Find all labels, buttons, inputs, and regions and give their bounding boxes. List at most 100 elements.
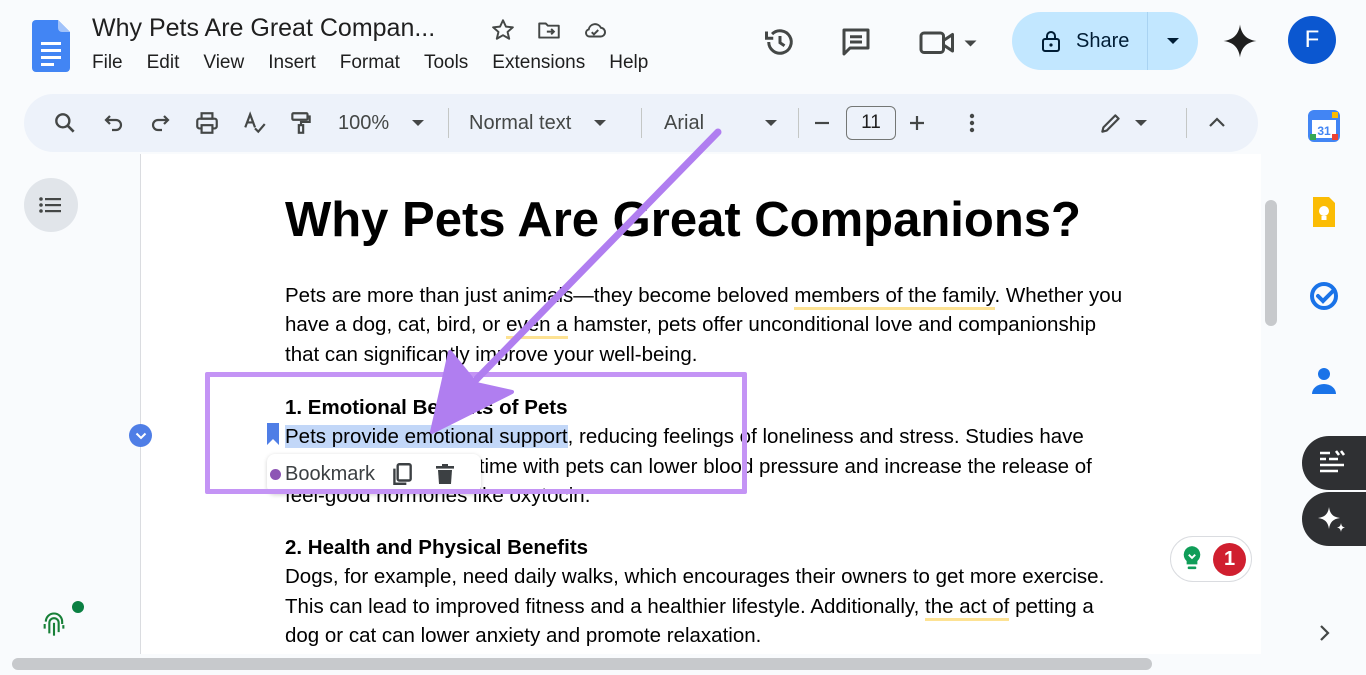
minus-icon [815,121,829,125]
section-heading: 2. Health and Physical Benefits [285,536,589,559]
sparkles-icon [1318,507,1345,532]
toolbar-divider [798,108,799,138]
tasks-icon[interactable] [1306,278,1342,314]
collapse-section-button[interactable] [129,424,152,447]
calendar-icon[interactable]: 31 [1306,108,1342,144]
document-title[interactable]: Why Pets Are Great Compan... [92,14,435,43]
calendar-day: 31 [1317,124,1331,138]
grammar-suggestions-badge[interactable]: 1 [1170,536,1252,582]
status-dot [72,601,84,613]
suggestion-underline[interactable]: members of the family [794,284,995,310]
font-family-select[interactable]: Arial [664,108,778,138]
delete-bookmark-icon[interactable] [433,461,457,487]
menu-format[interactable]: Format [340,52,400,74]
formatting-toolbar: 100% Normal text Arial 11 [24,94,1258,152]
document-outline-button[interactable] [24,178,78,232]
increase-font-size-button[interactable] [907,108,927,138]
bookmark-color-dot [270,468,281,480]
caret-down-icon [1135,120,1147,126]
share-label: Share [1076,29,1130,52]
section-health-benefits: 2. Health and Physical Benefits Dogs, fo… [285,533,1190,650]
bookmark-link[interactable]: Bookmark [285,463,375,486]
caret-down-icon [412,120,425,126]
paint-format-button[interactable] [288,108,314,138]
suggestion-count: 1 [1213,542,1246,576]
chevron-right-icon[interactable] [1313,622,1335,644]
share-button[interactable]: Share [1012,12,1148,70]
cloud-saved-icon[interactable] [582,17,608,43]
font-size-input[interactable]: 11 [846,106,896,140]
bookmarked-text[interactable]: Pets provide emotional support [285,425,568,449]
comment-side-button[interactable] [1302,436,1366,490]
document-heading: Why Pets Are Great Companions? [285,193,1081,247]
zoom-select[interactable]: 100% [338,108,425,138]
menu-tools[interactable]: Tools [424,52,468,74]
font-family-value: Arial [664,111,705,134]
decrease-font-size-button[interactable] [812,108,832,138]
bookmark-popup: Bookmark [267,454,481,494]
redo-icon [151,115,170,132]
fingerprint-icon[interactable] [40,610,68,638]
share-button-group: Share [1012,12,1198,70]
chevron-up-icon [1209,117,1225,127]
comments-icon[interactable] [838,24,874,60]
spelling-check-button[interactable] [242,108,268,138]
more-options-button[interactable] [962,108,982,138]
editing-mode-select[interactable] [1098,108,1148,138]
toolbar-divider [448,108,449,138]
version-history-icon[interactable] [762,24,798,60]
redo-button[interactable] [148,108,172,138]
account-avatar[interactable]: F [1288,16,1336,64]
intro-paragraph: Pets are more than just animals—they bec… [285,284,1123,366]
plus-icon [910,116,924,130]
paragraph-style-select[interactable]: Normal text [469,108,607,138]
menu-bar: File Edit View Insert Format Tools Exten… [92,52,648,74]
menu-insert[interactable]: Insert [268,52,316,74]
lock-icon [1042,31,1060,52]
gemini-sparkle-icon[interactable] [1222,22,1258,60]
toolbar-divider [1186,108,1187,138]
menu-edit[interactable]: Edit [147,52,180,74]
move-to-folder-icon[interactable] [536,17,562,43]
bookmark-flag-icon[interactable] [267,423,279,445]
comment-quote-icon [1320,450,1346,473]
paint-roller-icon [291,112,311,134]
paragraph-style-value: Normal text [469,111,572,134]
search-menus-button[interactable] [52,108,78,138]
caret-down-icon [594,120,607,126]
horizontal-scrollbar[interactable] [12,658,1152,670]
vertical-scrollbar[interactable] [1265,200,1277,326]
print-icon [196,112,218,134]
google-docs-logo-icon[interactable] [32,20,70,72]
menu-file[interactable]: File [92,52,123,74]
contacts-icon[interactable] [1306,362,1342,398]
caret-down-icon [1167,38,1179,44]
more-vert-icon [969,113,975,133]
suggestion-underline[interactable]: the act of [925,594,1010,621]
chevron-down-icon [135,432,146,439]
hide-menus-button[interactable] [1206,108,1228,138]
caret-down-icon [765,120,777,126]
document-page[interactable]: Why Pets Are Great Companions? Pets are … [141,154,1261,654]
spellcheck-icon [244,111,266,134]
search-icon [55,113,75,133]
lightbulb-icon [1183,546,1201,570]
suggestion-underline[interactable]: even a [506,313,568,340]
menu-help[interactable]: Help [609,52,648,74]
outline-list-icon [39,197,61,213]
share-options-dropdown[interactable] [1148,12,1198,70]
section-heading: 1. Emotional Benefits of Pets [285,396,568,419]
star-icon[interactable] [490,17,516,43]
undo-button[interactable] [102,108,126,138]
toolbar-divider [641,108,642,138]
undo-icon [104,115,123,132]
keep-icon[interactable] [1306,194,1342,230]
menu-extensions[interactable]: Extensions [492,52,585,74]
copy-link-icon[interactable] [389,461,415,487]
zoom-value: 100% [338,111,390,134]
pencil-icon [1101,114,1120,133]
meet-call-icon[interactable] [916,24,980,60]
print-button[interactable] [194,108,220,138]
gemini-side-button[interactable] [1302,492,1366,546]
menu-view[interactable]: View [203,52,244,74]
